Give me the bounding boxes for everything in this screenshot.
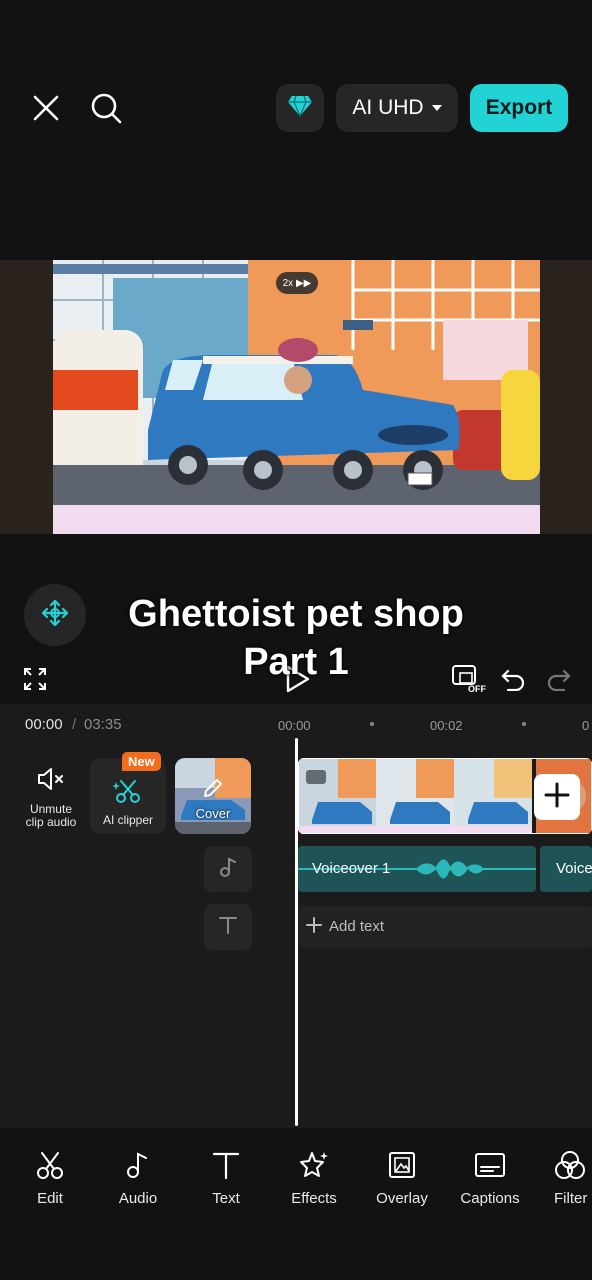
add-text-track[interactable]: Add text: [298, 906, 592, 948]
scissors-icon: [35, 1150, 65, 1184]
text-track-button[interactable]: [204, 904, 252, 950]
tool-filter[interactable]: Filter: [534, 1150, 592, 1207]
pro-diamond-button[interactable]: [276, 84, 324, 132]
speed-badge: 2x ▶▶: [276, 272, 318, 294]
total-time: 03:35: [84, 716, 122, 733]
tool-captions[interactable]: Captions: [446, 1150, 534, 1207]
pencil-icon: [201, 776, 225, 805]
tool-label: Text: [212, 1190, 240, 1207]
close-icon[interactable]: [26, 88, 66, 128]
filter-icon: [554, 1150, 586, 1184]
tool-overlay[interactable]: Overlay: [358, 1150, 446, 1207]
unmute-clip-audio-button[interactable]: Unmute clip audio: [16, 766, 86, 829]
diamond-icon: [287, 95, 313, 122]
voiceover-2-label: Voice: [556, 860, 592, 877]
tick-label: 0: [582, 718, 590, 733]
speaker-muted-icon: [36, 766, 66, 795]
search-icon[interactable]: [86, 88, 126, 128]
tool-text[interactable]: Text: [182, 1150, 270, 1207]
undo-icon[interactable]: [498, 664, 528, 694]
tool-effects[interactable]: Effects: [270, 1150, 358, 1207]
voiceover-label: Voiceover 1: [312, 860, 391, 877]
tick-dot: [522, 722, 526, 726]
tool-audio[interactable]: Audio: [94, 1150, 182, 1207]
tool-label: Audio: [118, 1190, 158, 1207]
quality-label: AI UHD: [352, 96, 424, 119]
tick-dot: [370, 722, 374, 726]
tool-label: Captions: [460, 1190, 520, 1207]
keyframe-toggle-button[interactable]: OFF: [448, 662, 488, 696]
music-note-icon: [218, 856, 238, 883]
tick-label: 00:02: [430, 718, 463, 733]
add-clip-button[interactable]: [534, 774, 580, 820]
tick-label: 00:00: [278, 718, 311, 733]
text-icon: [218, 915, 238, 940]
ai-clipper-label: AI clipper: [102, 813, 154, 827]
audio-track-button[interactable]: [204, 846, 252, 892]
video-preview[interactable]: [53, 260, 540, 534]
quality-dropdown[interactable]: AI UHD: [336, 84, 458, 132]
time-separator: /: [72, 716, 77, 733]
cover-label: Cover: [195, 806, 231, 821]
text-icon: [211, 1150, 241, 1184]
add-text-label: Add text: [329, 918, 385, 935]
tool-label: Effects: [291, 1190, 337, 1207]
voiceover-track[interactable]: Voiceover 1: [298, 846, 536, 892]
overlay-icon: [387, 1150, 417, 1184]
caption-line-1: Ghettoist pet shop: [128, 593, 464, 635]
tool-edit[interactable]: Edit: [6, 1150, 94, 1207]
music-note-icon: [123, 1150, 153, 1184]
sparkle-star-icon: [299, 1150, 329, 1184]
plus-icon: [306, 917, 322, 938]
new-badge: New: [122, 752, 161, 771]
toggle-off-label: OFF: [468, 684, 486, 694]
playhead[interactable]: [295, 738, 298, 1126]
tool-label: Edit: [37, 1190, 63, 1207]
cover-button[interactable]: Cover: [175, 758, 251, 834]
plus-icon: [544, 782, 570, 813]
tool-label: Overlay: [376, 1190, 428, 1207]
tool-label: Filter: [554, 1190, 588, 1207]
voiceover-track-2[interactable]: Voice: [540, 846, 592, 892]
redo-icon[interactable]: [544, 664, 574, 694]
unmute-label: Unmute clip audio: [25, 802, 77, 829]
chevron-down-icon: [431, 105, 442, 111]
captions-icon: [474, 1150, 506, 1184]
current-time: 00:00: [25, 716, 63, 733]
export-button[interactable]: Export: [470, 84, 568, 132]
ai-scissors-icon: [112, 778, 143, 807]
